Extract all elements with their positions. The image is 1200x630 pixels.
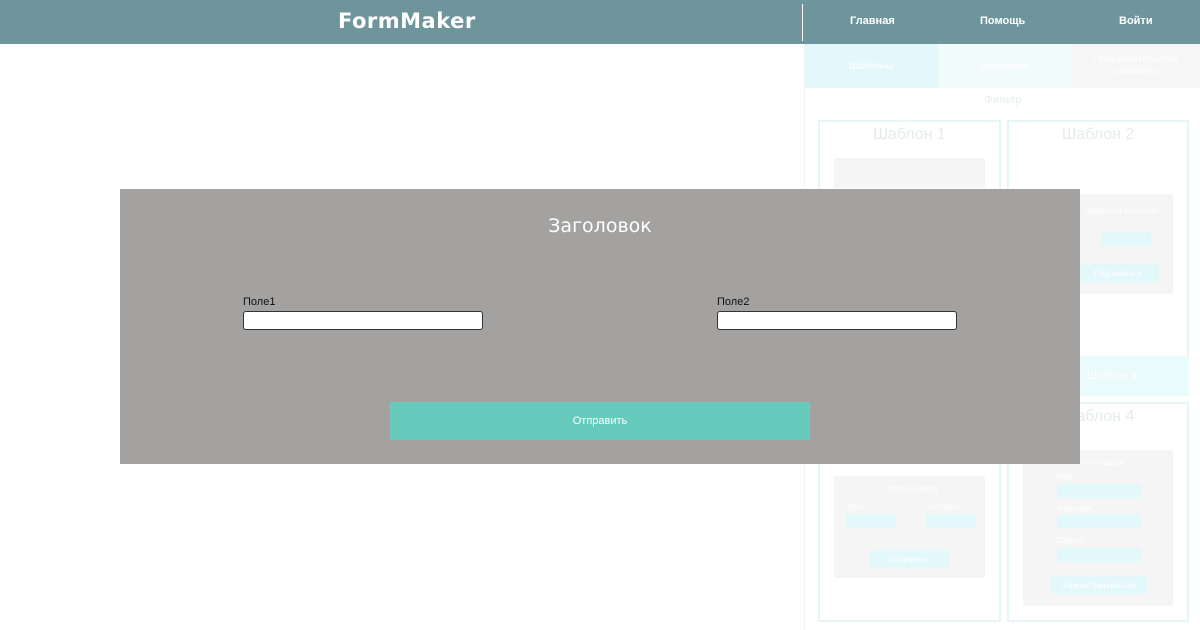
top-header: FormMaker Главная Помощь Войти <box>0 0 1200 44</box>
nav-help[interactable]: Помощь <box>980 12 1025 30</box>
form-title: Заголовок <box>548 215 652 237</box>
app-logo[interactable]: FormMaker <box>338 6 476 36</box>
nav-home[interactable]: Главная <box>850 12 895 30</box>
field1-input[interactable] <box>243 311 483 330</box>
card-title: Шаблон 1 <box>873 126 946 143</box>
mini-form-title: Заявка на рассылку <box>1085 206 1160 215</box>
tab-templates[interactable]: Шаблоны <box>805 44 938 88</box>
mini-form-preview: Форма заказа Имя Телефон Отправить <box>834 476 985 578</box>
tab-settings[interactable]: Настройки <box>938 44 1071 88</box>
mini-form-preview: Регистрация Имя Фамилия Пароль Зарегистр… <box>1023 450 1173 606</box>
mini-submit-button: Отправить <box>869 550 949 568</box>
mini-field <box>926 514 976 528</box>
filter-label[interactable]: Фильтр <box>805 94 1200 106</box>
form-preview-modal: Заголовок Поле1 Поле2 Отправить <box>120 189 1080 464</box>
mini-form-title: Регистрация <box>1079 458 1126 467</box>
tab-user-templates[interactable]: Пользовательские шаблоны <box>1071 44 1200 88</box>
mini-field-label: Имя <box>848 502 864 511</box>
mini-form-preview <box>834 158 985 188</box>
mini-form-title: Форма заказа <box>886 484 938 493</box>
mini-field-label: Фамилия <box>1057 504 1091 513</box>
mini-field <box>846 514 896 528</box>
nav-login[interactable]: Войти <box>1119 12 1153 30</box>
field1-label: Поле1 <box>243 296 276 308</box>
band-label: Шаблон 3 <box>1087 370 1137 382</box>
mini-field <box>1101 232 1151 246</box>
mini-field <box>1057 548 1141 562</box>
mini-field-label: Телефон <box>926 502 960 511</box>
mini-submit-button: Подписаться <box>1077 264 1159 282</box>
field2-label: Поле2 <box>717 296 750 308</box>
mini-field-label: Имя <box>1057 472 1073 481</box>
mini-field-label: Пароль <box>1057 536 1085 545</box>
mini-field <box>1057 514 1141 528</box>
field2-input[interactable] <box>717 311 957 330</box>
card-title: Шаблон 2 <box>1061 126 1135 143</box>
mini-submit-button: Зарегистрироваться <box>1051 576 1147 594</box>
header-divider <box>802 4 803 41</box>
mini-field <box>1057 484 1141 498</box>
submit-button[interactable]: Отправить <box>390 402 810 440</box>
